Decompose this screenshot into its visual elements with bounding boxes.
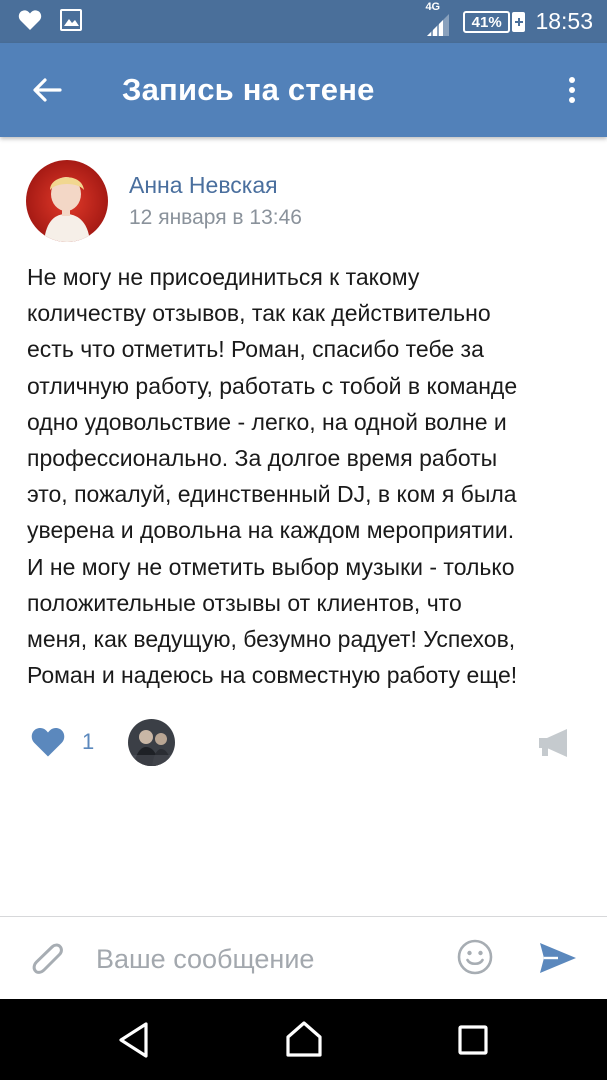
notification-icons	[18, 9, 82, 36]
signal-icon: 4G	[423, 0, 453, 43]
image-icon	[60, 9, 82, 36]
status-clock: 18:53	[535, 8, 593, 34]
post-text: Не могу не присоединиться к такому колич…	[27, 264, 518, 689]
app-bar: Запись на стене	[0, 43, 607, 137]
author-avatar[interactable]	[26, 160, 108, 242]
smiley-icon	[457, 939, 493, 975]
back-button[interactable]	[22, 65, 72, 115]
battery-percent: 41%	[471, 13, 502, 31]
arrow-left-icon	[33, 78, 62, 102]
battery-charging-icon: 41%	[463, 10, 526, 34]
attach-button[interactable]	[28, 939, 66, 984]
more-vertical-icon	[569, 77, 575, 103]
nav-recent-apps-button[interactable]	[458, 1025, 488, 1060]
megaphone-icon	[539, 729, 567, 757]
like-button[interactable]: 1	[30, 726, 94, 758]
post-actions: 1	[0, 712, 607, 774]
send-icon	[540, 943, 576, 973]
message-input[interactable]	[96, 937, 436, 981]
author-name-link[interactable]: Анна Невская	[129, 172, 278, 199]
heart-icon	[31, 728, 65, 757]
paperclip-icon	[32, 943, 63, 974]
like-count: 1	[82, 729, 95, 754]
post-date: 12 января в 13:46	[129, 206, 302, 229]
triangle-back-icon	[119, 1022, 148, 1058]
more-options-button[interactable]	[557, 65, 587, 115]
home-icon	[286, 1021, 322, 1057]
square-recents-icon	[458, 1025, 488, 1055]
system-navigation-bar	[0, 999, 607, 1080]
battery-body: 41%	[463, 10, 510, 33]
emoji-button[interactable]	[457, 939, 493, 980]
send-button[interactable]	[538, 941, 578, 980]
network-type-label: 4G	[425, 1, 441, 13]
page-title: Запись на стене	[122, 72, 375, 107]
message-composer	[0, 916, 607, 999]
status-bar: 4G 41% 18:53	[0, 0, 607, 43]
system-indicators: 4G 41% 18:53	[423, 0, 593, 43]
charging-plus-icon	[511, 11, 526, 32]
nav-home-button[interactable]	[284, 1019, 324, 1064]
nav-back-button[interactable]	[116, 1021, 150, 1064]
heart-icon	[18, 9, 42, 36]
share-button[interactable]	[537, 728, 571, 763]
liker-avatar[interactable]	[128, 719, 175, 766]
